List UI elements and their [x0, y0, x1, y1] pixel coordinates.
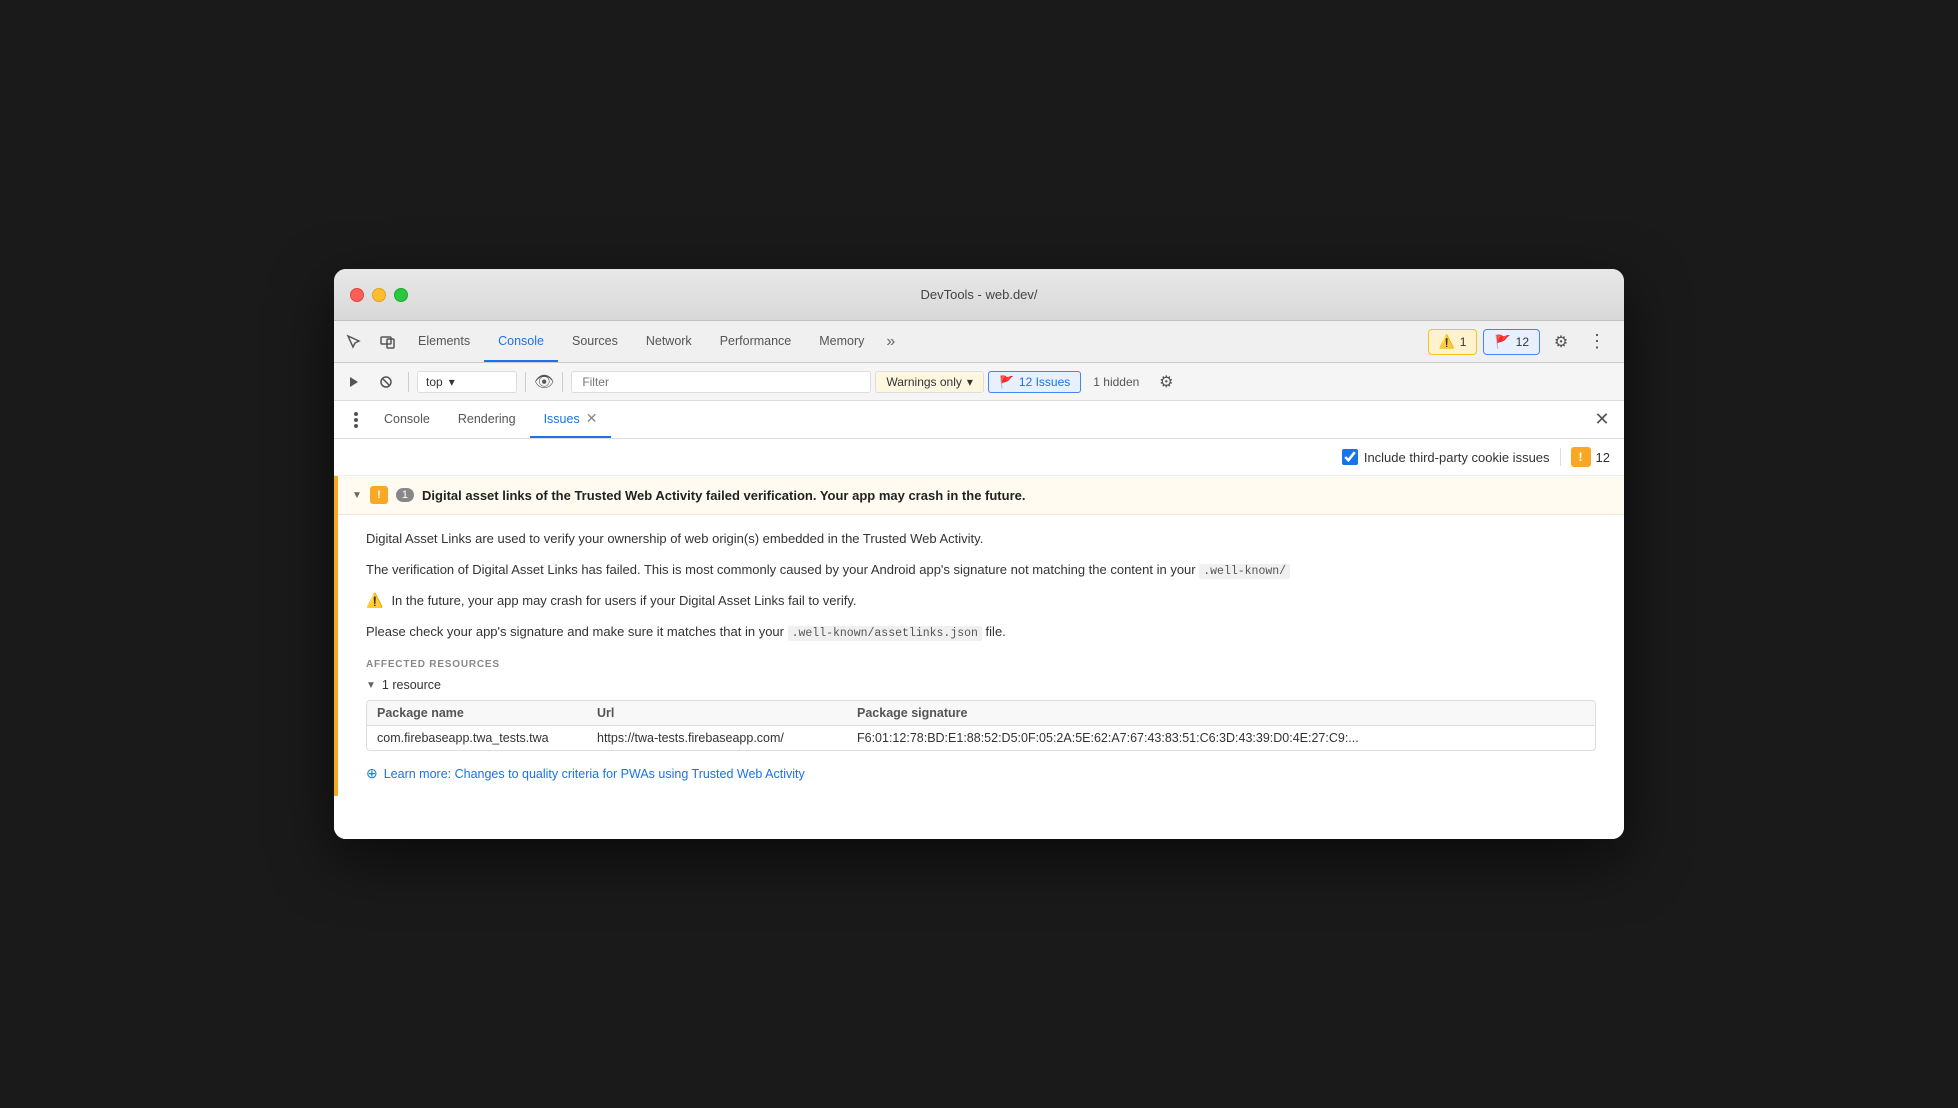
warnings-only-button[interactable]: Warnings only ▾ [875, 371, 984, 393]
cookie-issues-label: Include third-party cookie issues [1364, 450, 1550, 465]
warning-badge-button[interactable]: ⚠️ 1 [1428, 329, 1478, 355]
eye-icon[interactable]: 👁 [534, 372, 554, 392]
col-header-sig: Package signature [857, 706, 1585, 720]
resource-toggle-arrow: ▼ [366, 680, 376, 691]
clear-console-button[interactable] [372, 368, 400, 396]
issue-title: Digital asset links of the Trusted Web A… [422, 488, 1025, 503]
resource-table: Package name Url Package signature com.f… [366, 700, 1596, 751]
panel-close-button[interactable]: ✕ [1588, 406, 1616, 434]
minimize-button[interactable] [372, 288, 386, 302]
issue-count-badge: 1 [396, 488, 414, 502]
total-issue-count: ! 12 [1571, 447, 1610, 467]
top-tab-bar: Elements Console Sources Network Perform… [334, 321, 1624, 363]
title-bar: DevTools - web.dev/ [334, 269, 1624, 321]
issues-badge-button[interactable]: 🚩 12 [1483, 329, 1540, 355]
issues-flag-icon: 🚩 [999, 375, 1014, 389]
total-count-number: 12 [1596, 450, 1610, 465]
external-link-icon: ⊕ [366, 765, 378, 782]
devtools-panel: Elements Console Sources Network Perform… [334, 321, 1624, 839]
close-button[interactable] [350, 288, 364, 302]
cookie-issues-checkbox[interactable] [1342, 449, 1358, 465]
issue-description-3: Please check your app's signature and ma… [366, 622, 1596, 643]
warning-icon: ⚠️ [1439, 334, 1455, 350]
affected-resources-label: Affected Resources [366, 659, 1596, 670]
context-dropdown-arrow: ▾ [449, 375, 455, 389]
learn-more-text: Learn more: Changes to quality criteria … [384, 767, 805, 781]
tab-menu-button[interactable] [342, 406, 370, 434]
context-value: top [426, 375, 443, 389]
warning-line-text: In the future, your app may crash for us… [391, 591, 856, 612]
col-header-pkg: Package name [377, 706, 597, 720]
traffic-lights [350, 288, 408, 302]
warning-count: 1 [1460, 335, 1467, 349]
filter-input[interactable] [571, 371, 871, 393]
toolbar-icons [338, 326, 404, 358]
tab-console-secondary[interactable]: Console [370, 401, 444, 438]
warnings-label: Warnings only [886, 375, 962, 389]
tab-elements[interactable]: Elements [404, 321, 484, 362]
tab-issues-close[interactable]: ✕ [586, 410, 598, 427]
tab-console[interactable]: Console [484, 321, 558, 362]
tab-issues[interactable]: Issues ✕ [530, 401, 612, 438]
issue-body: Digital Asset Links are used to verify y… [338, 515, 1624, 796]
issues-count: 12 [1516, 335, 1529, 349]
issue-item-twa: ▼ ! 1 Digital asset links of the Trusted… [334, 476, 1624, 796]
warning-line: ⚠️ In the future, your app may crash for… [366, 591, 1596, 612]
tab-network[interactable]: Network [632, 321, 706, 362]
hidden-count: 1 hidden [1085, 375, 1147, 389]
settings-button[interactable]: ⚙ [1546, 327, 1576, 357]
total-badge-icon: ! [1571, 447, 1591, 467]
window-title: DevTools - web.dev/ [920, 287, 1037, 302]
cell-url: https://twa-tests.firebaseapp.com/ [597, 731, 857, 745]
maximize-button[interactable] [394, 288, 408, 302]
toolbar-right: ⚠️ 1 🚩 12 ⚙ ⋮ [1428, 327, 1620, 357]
table-header-row: Package name Url Package signature [367, 701, 1595, 726]
resource-toggle[interactable]: ▼ 1 resource [366, 678, 1596, 692]
main-tab-list: Elements Console Sources Network Perform… [404, 321, 1428, 362]
issue-severity-icon: ! [370, 486, 388, 504]
secondary-tab-bar: Console Rendering Issues ✕ ✕ [334, 401, 1624, 439]
tab-sources[interactable]: Sources [558, 321, 632, 362]
issue-header[interactable]: ▼ ! 1 Digital asset links of the Trusted… [338, 476, 1624, 515]
col-header-url: Url [597, 706, 857, 720]
issue-description-2: The verification of Digital Asset Links … [366, 560, 1596, 581]
collapse-arrow-icon: ▼ [352, 490, 362, 501]
tab-memory[interactable]: Memory [805, 321, 878, 362]
more-tabs-button[interactable]: » [878, 321, 903, 362]
cell-sig: F6:01:12:78:BD:E1:88:52:D5:0F:05:2A:5E:6… [857, 731, 1585, 745]
issue-description-1: Digital Asset Links are used to verify y… [366, 529, 1596, 550]
issues-icon: 🚩 [1494, 334, 1510, 350]
bar-separator [1560, 448, 1561, 466]
affected-resources-section: Affected Resources ▼ 1 resource Package … [366, 659, 1596, 751]
tab-rendering[interactable]: Rendering [444, 401, 530, 438]
issues-filter-bar: Include third-party cookie issues ! 12 [334, 439, 1624, 476]
tab-performance[interactable]: Performance [706, 321, 806, 362]
issues-btn-label: 12 Issues [1019, 375, 1070, 389]
more-options-button[interactable]: ⋮ [1582, 327, 1612, 357]
issues-panel: Include third-party cookie issues ! 12 ▼… [334, 439, 1624, 839]
issue-code-snippet: .well-known/ [1199, 564, 1290, 579]
context-selector[interactable]: top ▾ [417, 371, 517, 393]
devtools-window: DevTools - web.dev/ Elements [334, 269, 1624, 839]
toolbar-divider-3 [562, 372, 563, 392]
cookie-issues-checkbox-wrapper: Include third-party cookie issues [1342, 449, 1550, 465]
table-row: com.firebaseapp.twa_tests.twa https://tw… [367, 726, 1595, 750]
learn-more-link[interactable]: ⊕ Learn more: Changes to quality criteri… [366, 765, 1596, 782]
toolbar-divider-2 [525, 372, 526, 392]
assetlinks-code: .well-known/assetlinks.json [788, 626, 982, 641]
warning-triangle-icon: ⚠️ [366, 592, 383, 609]
console-settings-button[interactable]: ⚙ [1151, 367, 1181, 397]
console-toolbar: top ▾ 👁 Warnings only ▾ 🚩 12 Issues 1 hi… [334, 363, 1624, 401]
issues-count-button[interactable]: 🚩 12 Issues [988, 371, 1081, 393]
cell-pkg: com.firebaseapp.twa_tests.twa [377, 731, 597, 745]
resource-count-label: 1 resource [382, 678, 441, 692]
toolbar-divider [408, 372, 409, 392]
warnings-dropdown-icon: ▾ [967, 375, 973, 389]
inspect-element-button[interactable] [338, 326, 370, 358]
run-snippet-button[interactable] [340, 368, 368, 396]
device-toolbar-button[interactable] [372, 326, 404, 358]
